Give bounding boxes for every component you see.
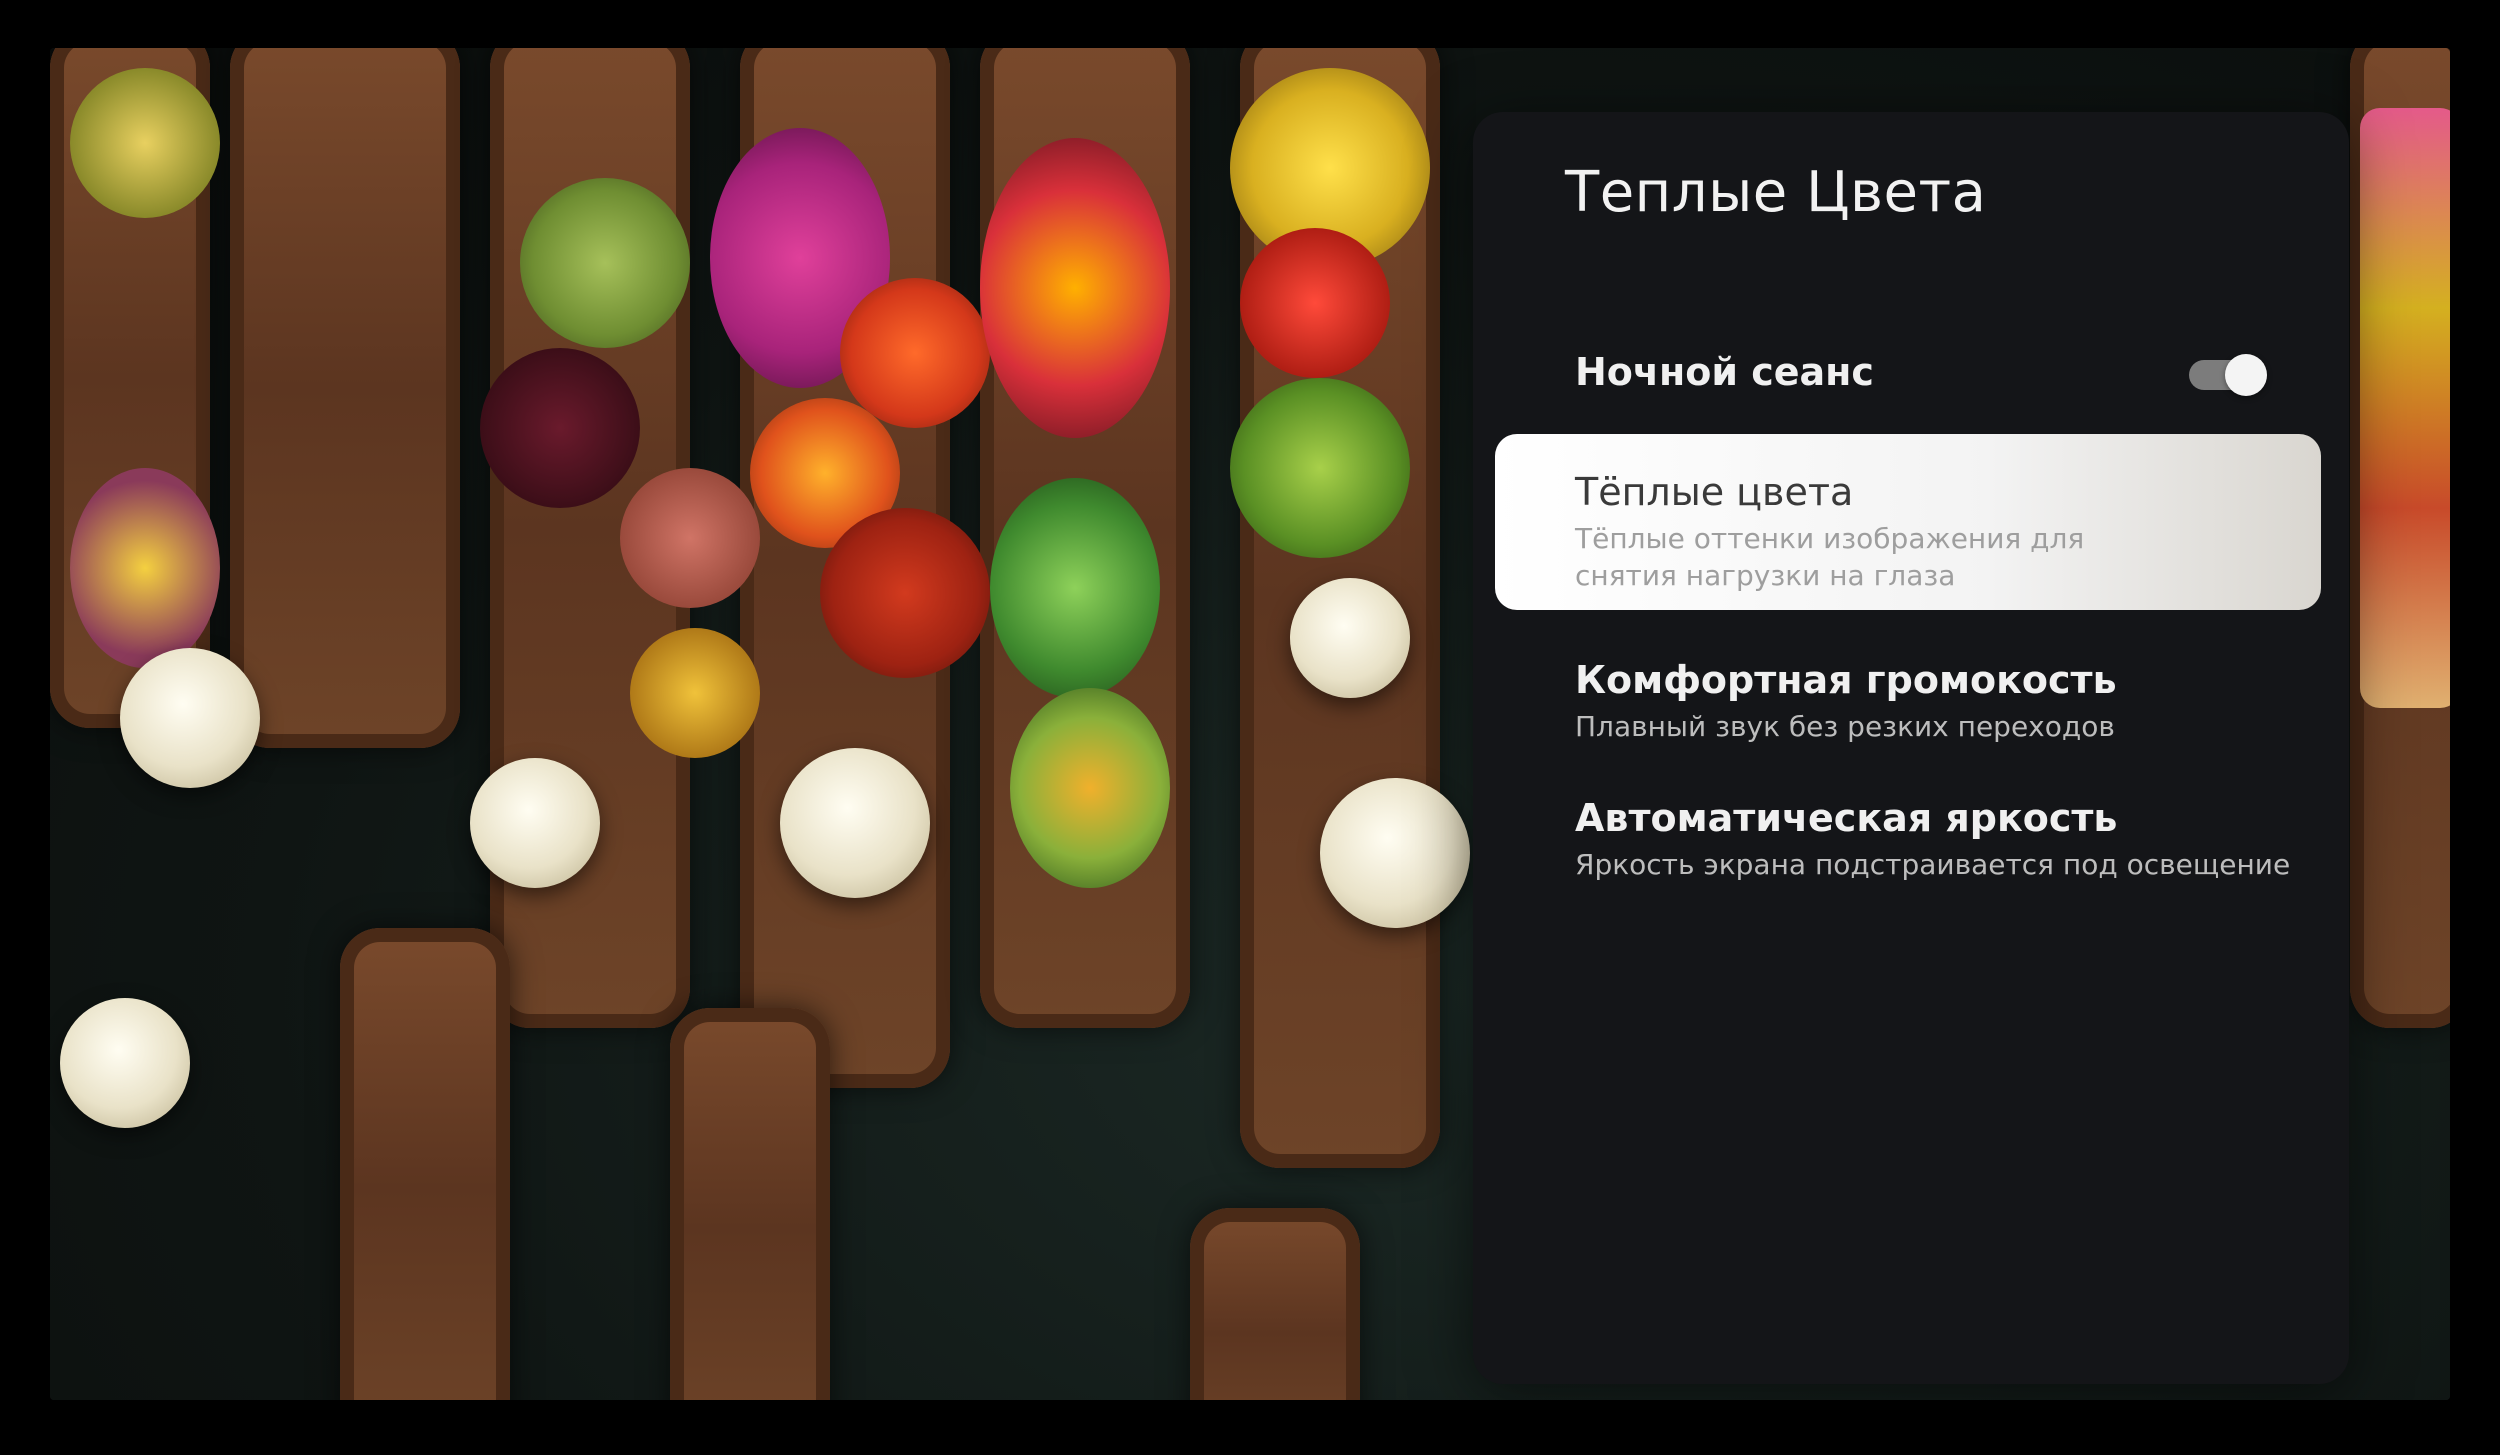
wallpaper-fruit	[70, 68, 220, 218]
wallpaper-boat	[340, 928, 510, 1400]
setting-auto-brightness-description: Яркость экрана подстраивается под освеще…	[1575, 848, 2291, 881]
wallpaper-fruit	[520, 178, 690, 348]
wallpaper-fruit	[2360, 108, 2450, 708]
setting-auto-brightness-label: Автоматическая яркость	[1575, 796, 2118, 840]
wallpaper-hat	[60, 998, 190, 1128]
wallpaper-flowers	[1010, 688, 1170, 888]
panel-title: Теплые Цвета	[1565, 160, 1987, 225]
wallpaper-hat	[1290, 578, 1410, 698]
wallpaper-flowers	[980, 138, 1170, 438]
wallpaper-boat	[1190, 1208, 1360, 1400]
wallpaper-fruit	[480, 348, 640, 508]
setting-warm-colors-description: Тёплые оттенки изображения для снятия на…	[1575, 522, 2085, 592]
setting-comfort-volume-description: Плавный звук без резких переходов	[1575, 710, 2115, 743]
setting-comfort-volume-label: Комфортная громокость	[1575, 658, 2117, 702]
wallpaper-hat	[470, 758, 600, 888]
wallpaper-boat	[230, 48, 460, 748]
toggle-switch-icon[interactable]	[2189, 354, 2267, 396]
wallpaper-fruit	[620, 468, 760, 608]
wallpaper-fruit	[820, 508, 990, 678]
setting-warm-colors[interactable]: Тёплые цвета Тёплые оттенки изображения …	[1495, 434, 2321, 610]
settings-panel: Теплые Цвета Ночной сеанс Тёплые цвета Т…	[1473, 112, 2349, 1384]
setting-night-mode[interactable]: Ночной сеанс	[1495, 322, 2321, 422]
wallpaper-fruit	[1240, 228, 1390, 378]
wallpaper-hat	[1320, 778, 1470, 928]
setting-auto-brightness[interactable]: Автоматическая яркость Яркость экрана по…	[1495, 778, 2321, 908]
setting-night-mode-label: Ночной сеанс	[1575, 350, 1874, 394]
wallpaper-hat	[780, 748, 930, 898]
wallpaper-fruit	[1230, 378, 1410, 558]
wallpaper-boat	[670, 1008, 830, 1400]
wallpaper-fruit	[70, 468, 220, 668]
setting-comfort-volume[interactable]: Комфортная громокость Плавный звук без р…	[1495, 640, 2321, 770]
wallpaper-hat	[120, 648, 260, 788]
toggle-knob	[2225, 354, 2267, 396]
wallpaper-fruit	[630, 628, 760, 758]
wallpaper-fruit	[840, 278, 990, 428]
tv-screen: Теплые Цвета Ночной сеанс Тёплые цвета Т…	[50, 48, 2450, 1400]
tv-frame: Теплые Цвета Ночной сеанс Тёплые цвета Т…	[0, 0, 2500, 1455]
wallpaper-flowers	[990, 478, 1160, 698]
setting-warm-colors-label: Тёплые цвета	[1575, 470, 1854, 514]
